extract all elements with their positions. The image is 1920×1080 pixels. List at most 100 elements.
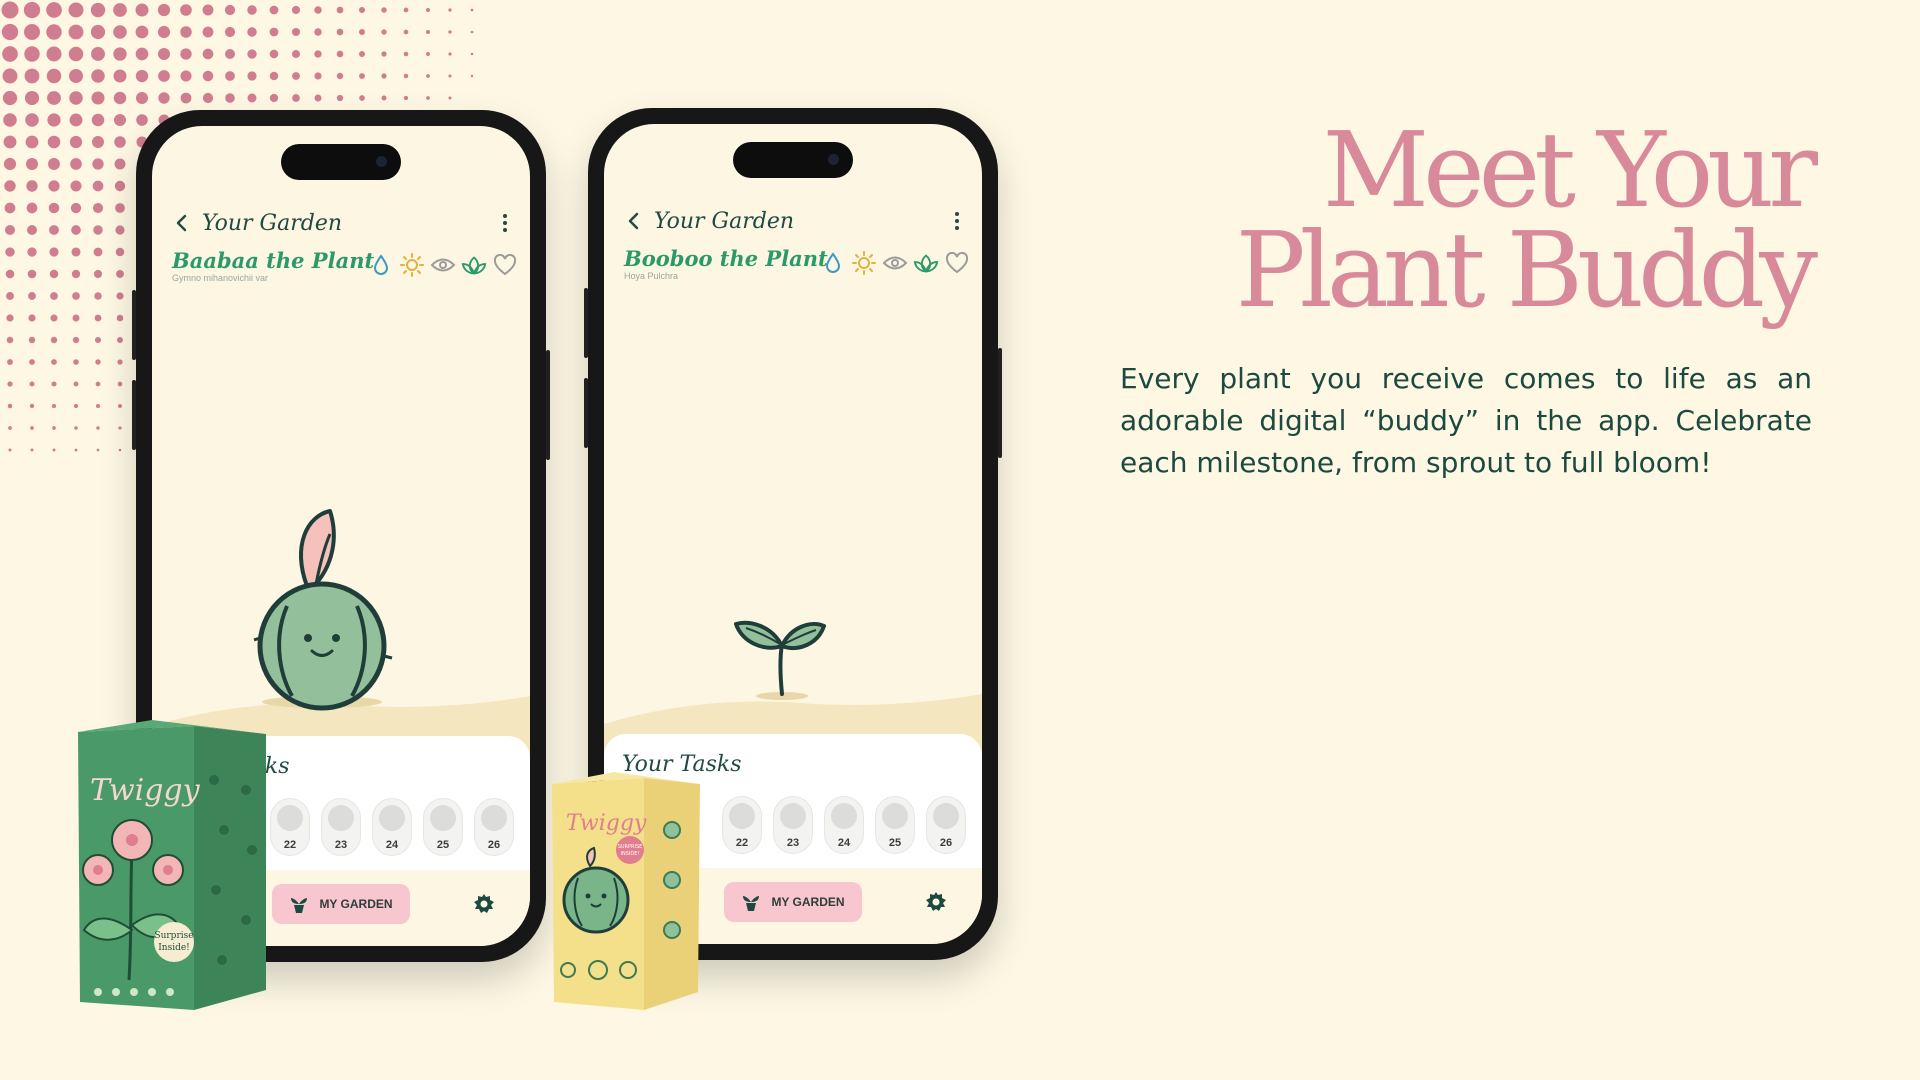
heart-icon[interactable] xyxy=(492,252,518,278)
gear-icon[interactable] xyxy=(472,892,496,916)
halftone-dot xyxy=(113,91,127,105)
halftone-dot xyxy=(90,24,106,40)
halftone-dot xyxy=(25,157,39,171)
halftone-dot xyxy=(180,92,192,104)
halftone-dot xyxy=(247,27,257,37)
day-pill[interactable]: 25 xyxy=(423,798,463,856)
headline-line-2: Plant Buddy xyxy=(1235,209,1818,331)
sun-icon[interactable] xyxy=(399,252,425,278)
plant-stat-icons xyxy=(820,250,970,276)
halftone-dot xyxy=(470,74,474,78)
halftone-dot xyxy=(28,292,36,300)
halftone-dot xyxy=(73,403,79,409)
halftone-dot xyxy=(448,74,452,78)
halftone-dot xyxy=(8,448,12,452)
halftone-dot xyxy=(25,113,39,127)
halftone-dot xyxy=(180,70,192,82)
gear-icon[interactable] xyxy=(924,890,948,914)
my-garden-button[interactable]: MY GARDEN xyxy=(272,884,410,924)
day-pill[interactable]: 22 xyxy=(270,798,310,856)
halftone-dot xyxy=(314,28,322,36)
day-pill[interactable]: 24 xyxy=(824,796,864,854)
halftone-dot xyxy=(247,49,257,59)
heart-icon[interactable] xyxy=(944,250,970,276)
eye-icon[interactable] xyxy=(430,252,456,278)
halftone-dot xyxy=(51,403,57,409)
green-product-box: Twiggy Surprise Inside! xyxy=(78,720,266,1010)
halftone-dot xyxy=(291,5,301,15)
halftone-dot xyxy=(135,25,149,39)
halftone-dot xyxy=(116,314,124,322)
eye-icon[interactable] xyxy=(882,250,908,276)
leaf-icon[interactable] xyxy=(913,250,939,276)
yellow-product-box: Twiggy SURPRISE INSIDE! xyxy=(552,772,700,1010)
halftone-dot xyxy=(92,202,104,214)
halftone-dot xyxy=(95,403,101,409)
halftone-dot xyxy=(425,7,431,13)
halftone-dot xyxy=(2,68,18,84)
halftone-dot xyxy=(448,30,452,34)
halftone-dot xyxy=(51,359,57,365)
halftone-dot xyxy=(291,27,301,37)
header-title: Your Garden xyxy=(202,210,343,236)
water-drop-icon[interactable] xyxy=(368,252,394,278)
halftone-dot xyxy=(1,23,19,41)
halftone-dot xyxy=(3,113,17,127)
svg-text:Surprise: Surprise xyxy=(154,931,193,941)
halftone-dot xyxy=(403,51,409,57)
halftone-dot xyxy=(70,202,82,214)
chevron-left-icon[interactable] xyxy=(170,211,194,235)
day-pill[interactable]: 24 xyxy=(372,798,412,856)
halftone-dot xyxy=(426,30,430,34)
halftone-dot xyxy=(180,4,192,16)
halftone-dot xyxy=(49,225,59,235)
halftone-dot xyxy=(52,426,56,430)
halftone-dot xyxy=(202,70,214,82)
dynamic-island xyxy=(281,144,401,180)
day-pill[interactable]: 26 xyxy=(474,798,514,856)
halftone-dot xyxy=(224,4,236,16)
my-garden-button[interactable]: MY GARDEN xyxy=(724,882,862,922)
day-pill[interactable]: 22 xyxy=(722,796,762,854)
svg-text:SURPRISE: SURPRISE xyxy=(618,844,643,850)
halftone-dot xyxy=(51,381,57,387)
day-pill[interactable]: 23 xyxy=(773,796,813,854)
halftone-dot xyxy=(118,426,122,430)
halftone-dot xyxy=(93,269,103,279)
halftone-dot xyxy=(68,24,84,40)
halftone-dot xyxy=(96,448,100,452)
halftone-dot xyxy=(95,381,101,387)
halftone-dot xyxy=(292,94,300,102)
water-drop-icon[interactable] xyxy=(820,250,846,276)
halftone-dot xyxy=(118,404,122,408)
halftone-dot xyxy=(247,71,257,81)
halftone-dot xyxy=(70,158,82,170)
halftone-dot xyxy=(113,25,127,39)
halftone-dot xyxy=(95,359,101,365)
halftone-dot xyxy=(113,3,127,17)
day-pill[interactable]: 26 xyxy=(926,796,966,854)
halftone-dot xyxy=(225,71,235,81)
halftone-dot xyxy=(118,448,122,452)
halftone-dot xyxy=(49,247,59,257)
sun-icon[interactable] xyxy=(851,250,877,276)
leaf-icon[interactable] xyxy=(461,252,487,278)
halftone-dot xyxy=(114,136,126,148)
halftone-dot xyxy=(2,90,18,106)
halftone-dot xyxy=(113,113,127,127)
halftone-dot xyxy=(69,91,83,105)
halftone-dot xyxy=(8,426,12,430)
kebab-menu-icon[interactable] xyxy=(498,211,512,235)
svg-text:Inside!: Inside! xyxy=(158,943,190,953)
kebab-menu-icon[interactable] xyxy=(950,209,964,233)
plant-info: Baabaa the Plant Gymno mihanovichii var xyxy=(172,248,374,283)
halftone-dot xyxy=(5,247,15,257)
day-pill[interactable]: 25 xyxy=(875,796,915,854)
halftone-dot xyxy=(71,247,81,257)
halftone-dot xyxy=(269,93,279,103)
halftone-dot xyxy=(29,381,35,387)
chevron-left-icon[interactable] xyxy=(622,209,646,233)
halftone-dot xyxy=(426,52,430,56)
day-pill[interactable]: 23 xyxy=(321,798,361,856)
halftone-dot xyxy=(93,225,103,235)
